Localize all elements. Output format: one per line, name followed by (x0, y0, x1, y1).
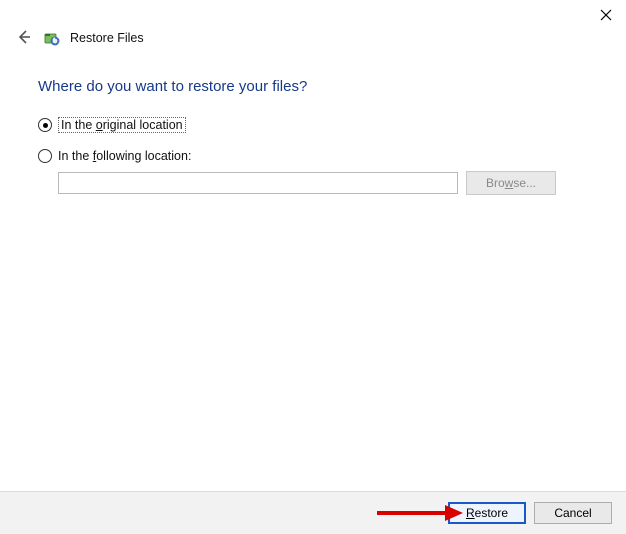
restore-files-icon (44, 30, 60, 46)
label-following-location[interactable]: In the following location: (58, 149, 191, 163)
close-icon (600, 9, 612, 24)
browse-post: se... (513, 176, 536, 190)
window-title: Restore Files (70, 31, 144, 45)
browse-button: Browse... (466, 171, 556, 195)
label-following-post: ollowing location: (96, 149, 191, 163)
restore-key: R (466, 506, 475, 520)
label-original-location[interactable]: In the original location (58, 117, 186, 133)
cancel-button[interactable]: Cancel (534, 502, 612, 524)
browse-pre: Bro (486, 176, 505, 190)
footer-bar: Restore Cancel (0, 491, 626, 534)
back-button[interactable] (14, 28, 34, 48)
radio-original-location[interactable] (38, 118, 52, 132)
page-headline: Where do you want to restore your files? (38, 78, 588, 95)
arrow-left-icon (16, 29, 32, 48)
path-input[interactable] (58, 172, 458, 194)
label-original-post: riginal location (103, 118, 183, 132)
label-original-key: o (96, 118, 103, 132)
label-original-pre: In the (61, 118, 96, 132)
close-button[interactable] (592, 4, 620, 28)
label-following-pre: In the (58, 149, 93, 163)
restore-button[interactable]: Restore (448, 502, 526, 524)
radio-following-location[interactable] (38, 149, 52, 163)
restore-post: estore (475, 506, 508, 520)
